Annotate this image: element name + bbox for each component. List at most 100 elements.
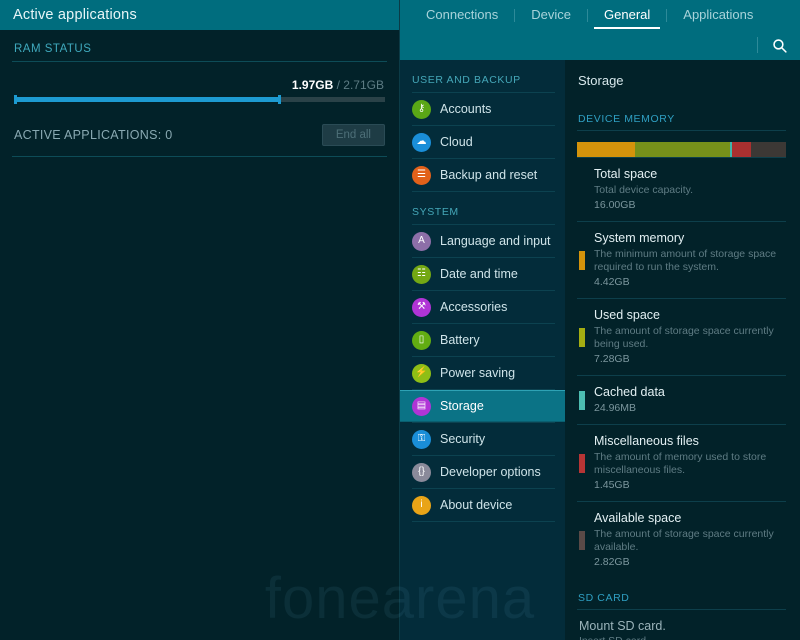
mount-sd-card-title: Mount SD card. [579,619,666,633]
storage-item-text: System memory The minimum amount of stora… [594,231,786,289]
tab-applications[interactable]: Applications [667,0,769,30]
sidebar-item-label: Accessories [440,300,508,314]
sidebar-item-accounts[interactable]: ⚷ Accounts [400,93,565,125]
search-icon[interactable] [771,37,788,54]
accessories-icon: ⚒ [412,297,431,317]
sidebar-item-label: About device [440,498,513,512]
storage-item-value: 7.28GB [594,353,630,365]
settings-panel: Connections Device General Applications USE… [400,0,800,640]
storage-item-title: Miscellaneous files [594,434,699,448]
tab-general[interactable]: General [588,0,666,30]
sidebar-item-label: Language and input [440,234,551,248]
end-all-button[interactable]: End all [321,124,385,146]
storage-item-text: Miscellaneous files The amount of memory … [594,434,786,492]
storage-item-available-space[interactable]: Available space The amount of storage spa… [577,502,786,578]
storage-item-system-memory[interactable]: System memory The minimum amount of stora… [577,222,786,298]
storage-item-value: 16.00GB [594,199,636,211]
ram-progress-track [14,95,385,104]
storage-item-value: 24.96MB [594,402,637,414]
storage-item-title: Available space [594,511,682,525]
storage-bar-segment-available-space [751,142,786,157]
settings-content: USER AND BACKUP ⚷ Accounts ☁ Cloud ☰ Backup an… [400,60,800,640]
active-applications-body: RAM STATUS 1.97GB / 2.71GB ACTIVE APPLIC… [0,30,399,157]
menu-group-label-user-and-backup: USER AND BACKUP [412,74,521,86]
storage-item-description: The amount of storage space currently be… [594,325,774,350]
ram-values: 1.97GB / 2.71GB [14,78,385,97]
sidebar-item-label: Security [440,432,486,446]
device-memory-label: DEVICE MEMORY [578,113,675,125]
storage-item-description: The amount of storage space currently av… [594,528,774,553]
lock-icon: ⚿ [412,429,431,449]
sidebar-item-backup-and-reset[interactable]: ☰ Backup and reset [400,159,565,191]
storage-item-color-swatch [579,531,585,550]
sidebar-item-developer-options[interactable]: {} Developer options [400,456,565,488]
sidebar-item-cloud[interactable]: ☁ Cloud [400,126,565,158]
sidebar-item-label: Cloud [440,135,473,149]
storage-bar-segment-used-space [634,142,730,157]
backup-reset-icon: ☰ [412,165,431,185]
sidebar-item-battery[interactable]: ▯ Battery [400,324,565,356]
page-title: Active applications [13,7,137,23]
storage-bar-segment-system-memory [577,142,635,157]
sidebar-item-label: Backup and reset [440,168,538,182]
sidebar-item-date-and-time[interactable]: ☷ Date and time [400,258,565,290]
ram-separator: / [333,78,344,92]
sd-card-label: SD CARD [578,592,630,604]
active-applications-row: ACTIVE APPLICATIONS: 0 End all [12,102,387,156]
storage-item-total-space[interactable]: Total space Total device capacity. 16.00GB [577,158,786,221]
storage-item-text: Cached data 24.96MB [594,385,786,415]
storage-item-color-swatch [579,181,585,200]
sidebar-item-accessories[interactable]: ⚒ Accessories [400,291,565,323]
storage-item-text: Total space Total device capacity. 16.00GB [594,167,786,212]
storage-item-title: Cached data [594,385,665,399]
storage-item-title: Total space [594,167,658,181]
sidebar-item-label: Accounts [440,102,492,116]
storage-item-description: The minimum amount of storage space requ… [594,248,777,273]
tab-device[interactable]: Device [515,0,587,30]
keyboard-icon: A [412,231,431,251]
ram-progress-fill [14,97,282,102]
storage-item-color-swatch [579,251,585,270]
storage-item-text: Used space The amount of storage space cu… [594,308,786,366]
storage-item-miscellaneous-files[interactable]: Miscellaneous files The amount of memory … [577,425,786,501]
storage-item-cached-data[interactable]: Cached data 24.96MB [577,376,786,424]
storage-item-used-space[interactable]: Used space The amount of storage space cu… [577,299,786,375]
ram-handle-right [278,95,282,104]
settings-searchbar [400,30,800,60]
menu-group-label-system: SYSTEM [412,206,459,218]
sidebar-item-security[interactable]: ⚿ Security [400,423,565,455]
storage-usage-bar [577,142,786,157]
sidebar-item-label: Storage [440,399,484,413]
storage-item-value: 2.82GB [594,556,630,568]
sidebar-item-storage[interactable]: ▤ Storage [400,390,565,422]
mount-sd-card-subtitle: Insert SD card. [577,633,786,640]
tab-connections[interactable]: Connections [410,0,514,30]
storage-item-value: 4.42GB [594,276,630,288]
ram-total-value: 2.71GB [343,78,384,92]
sidebar-item-about-device[interactable]: i About device [400,489,565,521]
storage-item-description: Total device capacity. [594,184,694,196]
device-memory-divider [577,130,786,131]
search-divider [757,37,758,53]
mount-sd-card-item[interactable]: Mount SD card. Insert SD card. [577,610,786,640]
sidebar-item-label: Developer options [440,465,541,479]
storage-pane: Storage DEVICE MEMORY Total space Total d… [565,60,800,640]
storage-item-title: Used space [594,308,661,322]
info-icon: i [412,495,431,515]
storage-item-text: Available space The amount of storage spa… [594,511,786,569]
sidebar-item-power-saving[interactable]: ⚡ Power saving [400,357,565,389]
battery-icon: ▯ [412,330,431,350]
storage-pane-title: Storage [578,73,624,88]
sidebar-item-language-and-input[interactable]: A Language and input [400,225,565,257]
settings-tabbar: Connections Device General Applications [400,0,800,30]
storage-item-list: Total space Total device capacity. 16.00GB… [577,157,786,578]
active-applications-divider [12,156,387,157]
storage-item-title: System memory [594,231,685,245]
key-icon: ⚷ [412,99,431,119]
ram-used-value: 1.97GB [291,78,334,92]
active-applications-panel: Active applications RAM STATUS 1.97GB / … [0,0,400,640]
developer-options-icon: {} [412,462,431,482]
settings-menu: USER AND BACKUP ⚷ Accounts ☁ Cloud ☰ Backup an… [400,60,565,640]
ram-meter: 1.97GB / 2.71GB [12,62,387,104]
calendar-clock-icon: ☷ [412,264,431,284]
